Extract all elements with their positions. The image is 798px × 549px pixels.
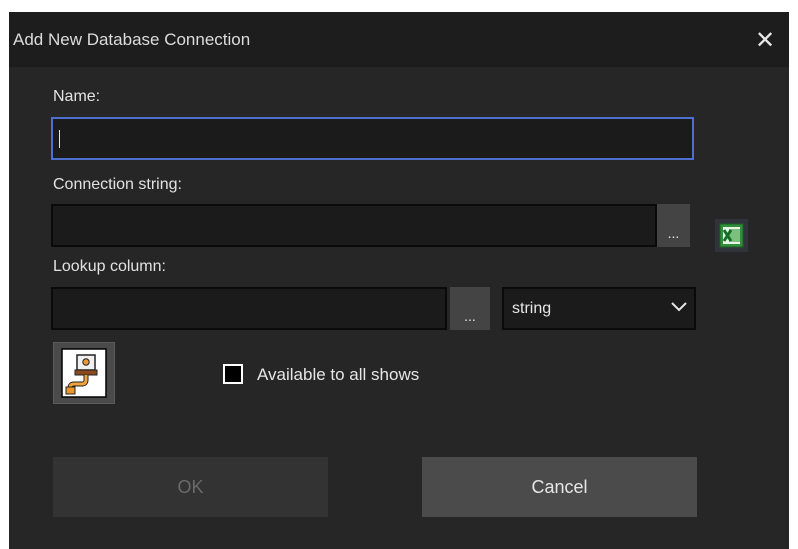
titlebar: Add New Database Connection ✕ bbox=[9, 12, 789, 67]
lookup-column-input[interactable] bbox=[51, 287, 447, 330]
lookup-type-value: string bbox=[512, 299, 552, 317]
lookup-type-select[interactable]: string bbox=[502, 287, 696, 330]
database-connection-icon bbox=[61, 348, 107, 398]
add-database-connection-dialog: Add New Database Connection ✕ Name: Conn… bbox=[9, 12, 789, 549]
name-input[interactable] bbox=[51, 117, 694, 160]
ok-button[interactable]: OK bbox=[53, 457, 328, 517]
name-label: Name: bbox=[53, 88, 101, 105]
connection-image-button[interactable] bbox=[53, 342, 115, 404]
lookup-column-label: Lookup column: bbox=[53, 258, 166, 275]
close-button[interactable]: ✕ bbox=[741, 18, 789, 62]
excel-icon bbox=[719, 223, 744, 248]
connection-string-browse-button[interactable]: ... bbox=[657, 204, 690, 247]
chevron-down-icon bbox=[671, 302, 687, 312]
connection-string-label: Connection string: bbox=[53, 176, 182, 193]
available-to-all-shows-checkbox[interactable] bbox=[223, 364, 243, 384]
excel-button[interactable] bbox=[715, 219, 748, 252]
text-caret bbox=[59, 129, 60, 148]
dialog-title: Add New Database Connection bbox=[13, 30, 251, 49]
close-icon: ✕ bbox=[754, 26, 776, 54]
available-to-all-shows-label[interactable]: Available to all shows bbox=[257, 365, 419, 385]
connection-string-input[interactable] bbox=[51, 204, 657, 247]
cancel-button[interactable]: Cancel bbox=[422, 457, 697, 517]
lookup-column-browse-button[interactable]: ... bbox=[450, 287, 490, 330]
